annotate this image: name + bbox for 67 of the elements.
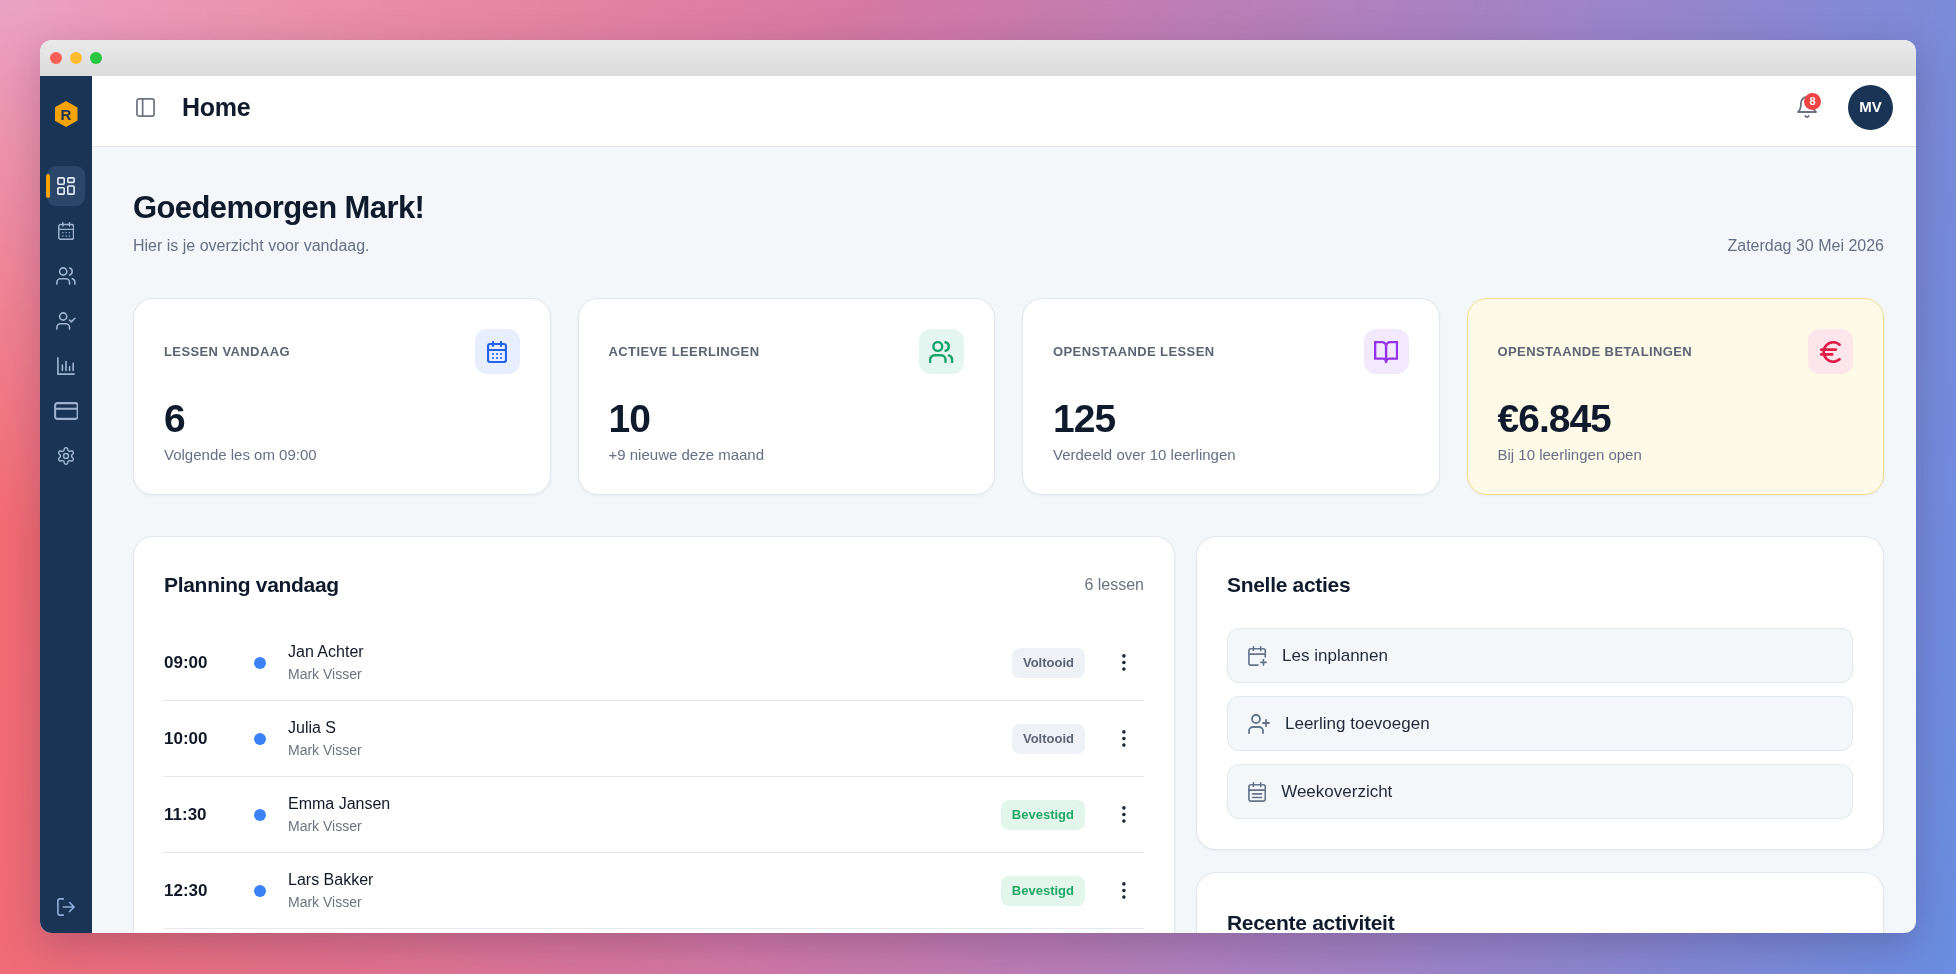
instructor-name: Mark Visser [288,665,362,683]
status-badge: Bevestigd [1000,875,1085,906]
users-icon [919,329,964,374]
stat-value: 6 [164,397,186,441]
current-date: Zaterdag 30 Mei 2026 [1727,236,1884,256]
stat-label: LESSEN VANDAAG [164,342,290,361]
vertical-dots-icon [1122,730,1126,747]
panel-icon [136,97,155,117]
book-icon [1363,329,1409,374]
settings-icon [57,447,75,465]
status-badge: Voltooid [1011,647,1085,678]
quick-action-button[interactable]: Weekoverzicht [1227,764,1853,819]
stat-note: Volgende les om 09:00 [164,445,318,465]
user-check-icon [56,312,76,330]
vertical-dots-icon [1122,654,1126,671]
active-indicator [46,174,50,198]
stat-note: Bij 10 leerlingen open [1497,445,1643,465]
instructor-name: Mark Visser [288,817,362,835]
quick-actions-title: Snelle acties [1227,572,1352,597]
lesson-time: 12:30 [164,879,209,902]
instructor-name: Mark Visser [288,741,362,759]
greeting-subtitle: Hier is je overzicht voor vandaag. [133,236,370,256]
bar-chart-icon [57,357,75,375]
activity-title: Recente activiteit [1227,910,1396,933]
student-name: Julia S [288,718,337,738]
greeting-title: Goedemorgen Mark! [133,189,426,227]
stat-value: €6.845 [1497,397,1612,441]
instructor-name: Mark Visser [288,893,362,911]
student-name: Jan Achter [288,642,364,662]
notification-count: 8 [1804,93,1821,110]
calendar-icon [57,222,75,240]
stat-label: OPENSTAANDE BETALINGEN [1497,342,1693,361]
lesson-time: 11:30 [164,803,208,826]
calendar-icon [1248,781,1267,802]
student-name: Emma Jansen [288,794,391,814]
dashboard-icon [57,177,75,195]
user-plus-icon [1248,713,1270,734]
stat-note: Verdeeld over 10 leerlingen [1053,445,1237,465]
quick-action-button[interactable]: Les inplannen [1227,628,1853,683]
users-icon [56,267,76,285]
sidebar-nav-item[interactable] [47,166,85,206]
planning-title: Planning vandaag [164,572,339,597]
student-name: Lars Bakker [288,870,374,890]
status-badge: Bevestigd [1000,799,1085,830]
stat-note: +9 nieuwe deze maand [608,445,766,465]
stat-label: OPENSTAANDE LESSEN [1053,342,1215,361]
euro-icon [1808,329,1853,374]
stat-value: 10 [608,397,651,441]
vertical-dots-icon [1122,806,1126,823]
notifications-button[interactable]: 8 [1797,96,1817,118]
app-logo[interactable]: R [54,101,78,127]
stat-label: ACTIEVE LEERLINGEN [608,342,760,361]
lesson-time: 09:00 [164,651,209,674]
page-title: Home [182,92,251,122]
logout-button[interactable] [57,898,75,916]
sidebar-toggle-button[interactable] [136,97,155,117]
user-avatar[interactable]: MV [1848,84,1893,130]
stat-value: 125 [1053,397,1117,441]
quick-action-button[interactable]: Leerling toevoegen [1227,696,1853,751]
calendar-plus-icon [1248,645,1268,666]
status-badge: Voltooid [1011,723,1085,754]
lesson-count: 6 lessen [1084,574,1144,595]
calendar-icon [474,329,520,374]
credit-card-icon [53,402,79,420]
lesson-time: 10:00 [164,727,209,750]
vertical-dots-icon [1122,882,1126,899]
logout-icon [57,898,75,916]
